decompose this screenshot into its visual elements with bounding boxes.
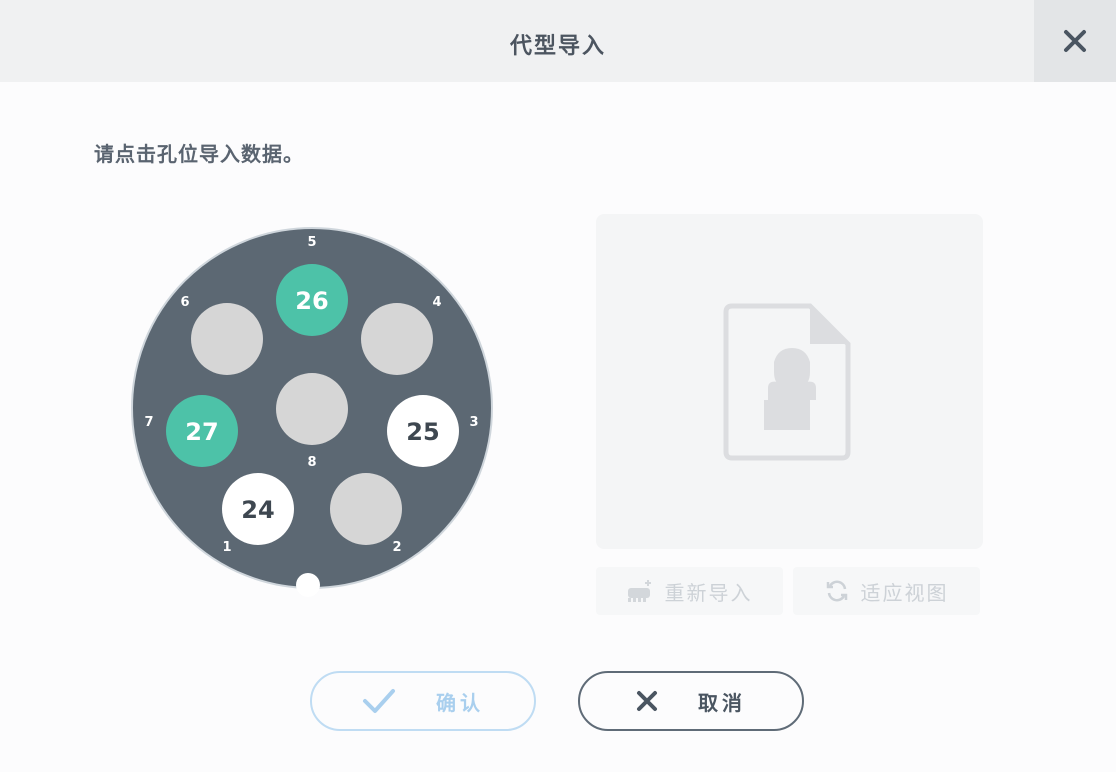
dialog-title: 代型导入 (509, 34, 606, 59)
slot-label-6: 6 (180, 295, 189, 310)
close-button[interactable] (1034, 0, 1116, 82)
die-carousel: 24 1 2 25 3 4 26 5 6 27 7 8 (131, 227, 493, 597)
carousel-slot-4[interactable] (361, 303, 433, 375)
slot-label-4: 4 (432, 295, 441, 310)
reimport-icon (627, 580, 651, 602)
slot-label-7: 7 (144, 415, 153, 430)
close-icon (1064, 30, 1086, 52)
carousel-notch (296, 573, 320, 597)
slot-label-8: 8 (307, 455, 316, 470)
refresh-icon (826, 580, 847, 602)
dialog-header: 代型导入 (0, 0, 1116, 82)
slot-label-2: 2 (392, 540, 401, 555)
slot-value-5: 26 (295, 287, 328, 315)
instruction-text: 请点击孔位导入数据。 (94, 142, 304, 166)
confirm-label: 确认 (436, 690, 484, 715)
model-preview (596, 214, 983, 549)
slot-label-5: 5 (307, 235, 316, 250)
confirm-button[interactable]: 确认 (310, 671, 536, 731)
carousel-slot-2[interactable] (330, 473, 402, 545)
slot-label-3: 3 (469, 415, 478, 430)
cancel-button[interactable]: 取消 (578, 671, 804, 731)
close-icon (637, 691, 657, 711)
carousel-slot-6[interactable] (191, 303, 263, 375)
slot-label-1: 1 (222, 540, 231, 555)
fit-view-label: 适应视图 (860, 580, 949, 605)
slot-value-3: 25 (406, 418, 439, 446)
fit-view-button[interactable]: 适应视图 (793, 567, 980, 615)
tooth-file-icon (723, 303, 851, 461)
slot-value-7: 27 (185, 418, 218, 446)
reimport-button[interactable]: 重新导入 (596, 567, 783, 615)
check-icon (363, 689, 395, 713)
carousel-slot-8[interactable] (276, 373, 348, 445)
cancel-label: 取消 (698, 690, 746, 715)
slot-value-1: 24 (241, 496, 274, 524)
reimport-label: 重新导入 (664, 580, 753, 605)
